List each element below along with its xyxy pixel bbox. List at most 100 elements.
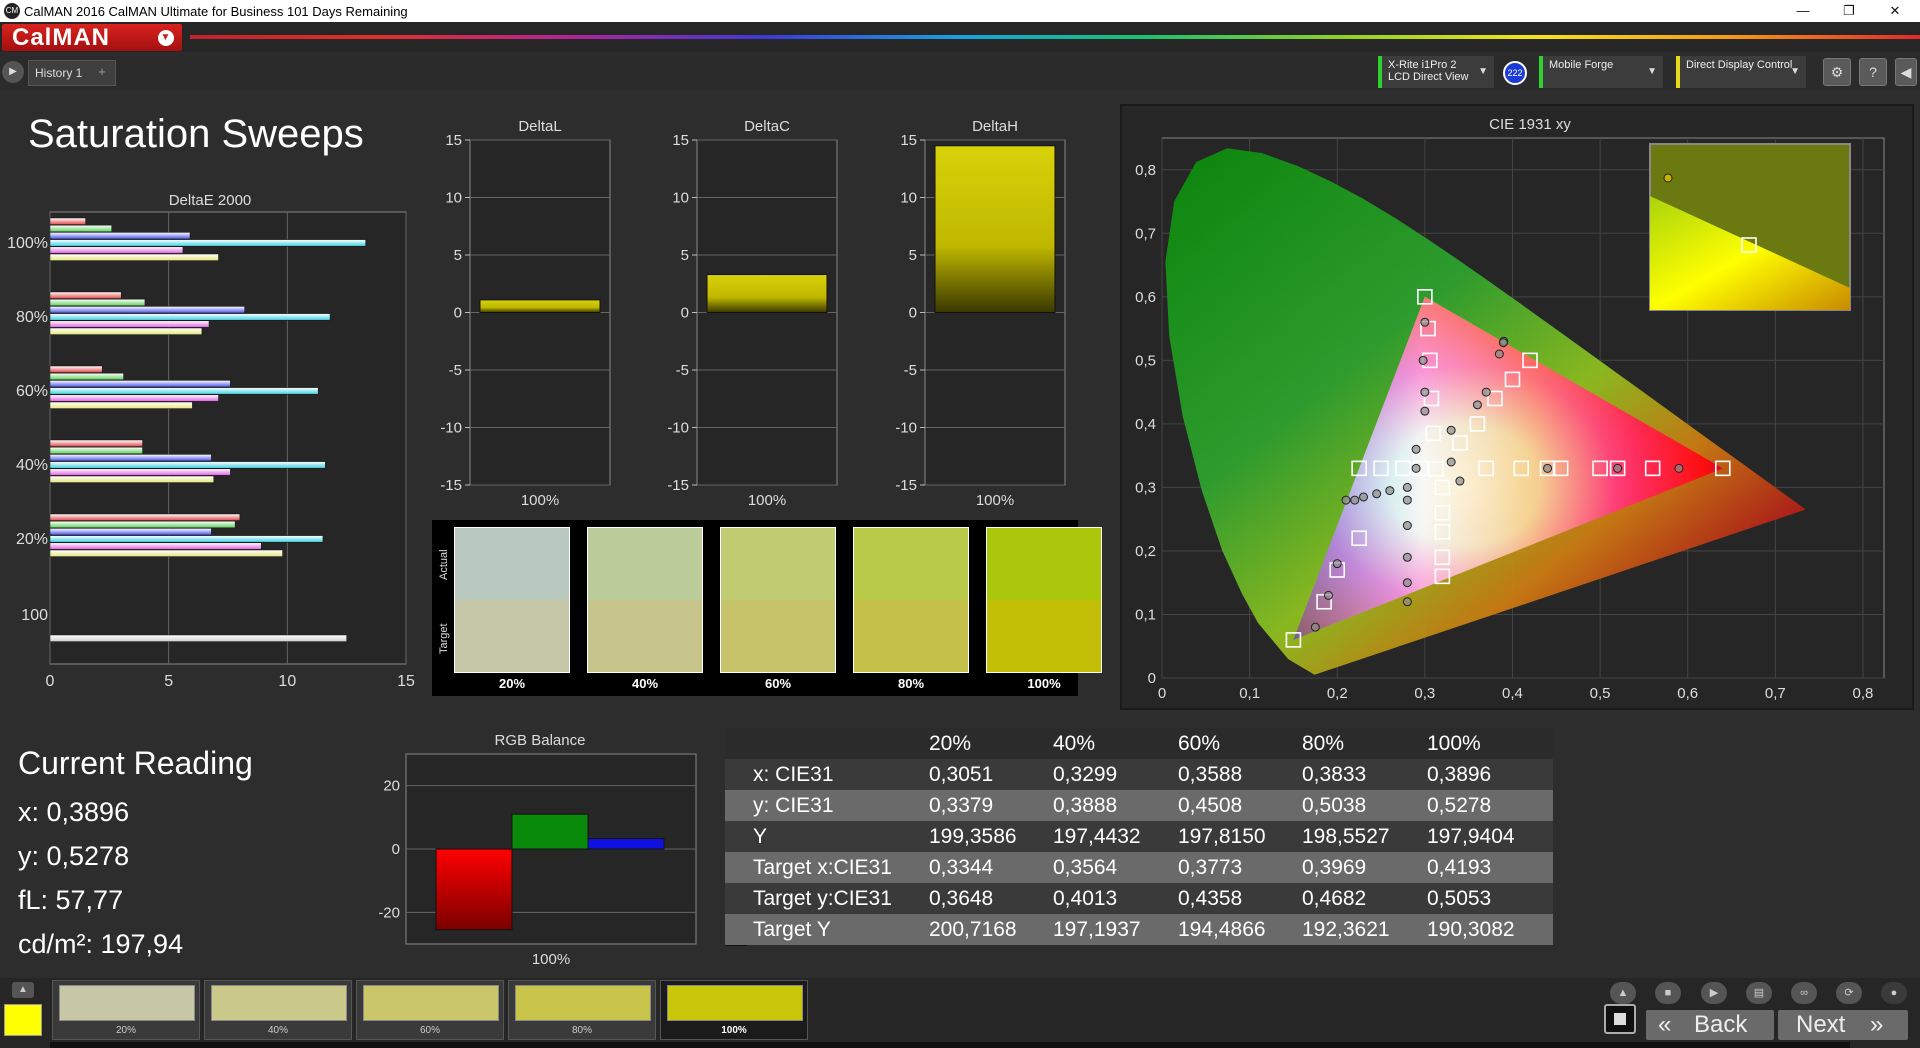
deltae-bar [49,380,231,388]
calman-logo-menu[interactable]: CalMAN ▼ [2,24,182,51]
panel-toggle-icon[interactable]: ◀ [1895,58,1917,86]
help-icon[interactable]: ? [1859,58,1887,86]
deltah-chart: 15 10 5 0 -5 -10 -15 100% [895,132,1066,509]
cie-measured-point [1359,492,1369,502]
cie-xtick-label: 0,1 [1239,685,1260,702]
patch-label: 20% [115,1025,136,1036]
patch-color [59,985,195,1021]
table-column-header: 60% [1178,732,1221,755]
cie-measured-point [1402,521,1412,531]
cie-measured-point [1402,597,1412,607]
color-swatches: Actual Target 20% 40% 60% 80% 100% [432,520,1102,696]
loop-icon[interactable]: ∞ [1791,982,1817,1004]
swatch-target [588,600,702,672]
play-icon[interactable]: ▶ [1701,982,1727,1004]
play-icon[interactable]: ▶ [2,61,24,83]
deltae-category-label: 60% [16,383,48,400]
table-cell: 0,3344 [929,856,994,879]
cie-xtick-label: 0 [1158,685,1166,702]
source-name: Mobile Forge [1549,59,1614,71]
gear-icon[interactable]: ⚙ [1823,58,1851,86]
delta-ytick-label: -5 [449,362,462,379]
next-arrow-icon: » [1870,1011,1884,1038]
cie-measured-point [1420,406,1430,416]
table-cell: 0,3833 [1302,763,1367,786]
display-selector[interactable]: Direct Display Control ▼ [1676,56,1806,88]
meter-badge: 222 [1503,61,1527,85]
swatch-actual [854,528,968,600]
delta-ytick-label: 10 [900,190,917,207]
table-row: Target Y 200,7168 197,1937 194,4866 192,3621… [725,914,1553,945]
deltae-chart: 0 5 10 15 100% 80% 60% 40% 20% 100 [7,211,415,690]
chevron-up-icon[interactable]: ▲ [12,982,34,998]
swatch-label: 100% [1027,676,1061,691]
delta-ytick-label: 0 [681,305,689,322]
cie-ytick-label: 0,1 [1135,606,1156,623]
chevron-up-icon[interactable]: ▲ [1610,982,1636,1004]
deltae-bar [49,542,262,550]
deltae-bar [49,528,212,536]
chevron-down-icon: ▼ [1647,66,1657,77]
table-cell: 0,5038 [1302,794,1367,817]
table-row: Y 199,3586 197,4432 197,8150 198,5527 197,940… [725,821,1553,852]
logo-text: CalMAN [12,24,111,51]
delta-ytick-label: -15 [440,477,462,494]
swatch-actual [721,528,835,600]
reading-x: x: 0,3896 [18,797,130,827]
cie-xtick-label: 0,2 [1327,685,1348,702]
swatch-actual [588,528,702,600]
display-name: Direct Display Control [1686,59,1793,71]
table-cell: 190,3082 [1427,918,1515,941]
stop-icon[interactable]: ■ [1655,982,1681,1004]
table-cell: 0,3051 [929,763,994,786]
patch-100%[interactable]: 100% [660,980,808,1040]
patch-60%[interactable]: 60% [356,980,504,1040]
table-cell: 0,4508 [1178,794,1243,817]
source-selector[interactable]: Mobile Forge ▼ [1539,56,1663,88]
patch-color [363,985,499,1021]
table-cell: 0,3969 [1302,856,1367,879]
maximize-icon[interactable]: ❐ [1826,0,1872,22]
cie-measured-point [1420,317,1430,327]
delta-ytick-label: 10 [672,190,689,207]
delta-category-label: 100% [521,492,559,509]
deltae-xtick-label: 10 [278,673,296,690]
cie-measured-point [1613,463,1623,473]
cie-measured-point [1418,355,1428,365]
cie-measured-point [1411,444,1421,454]
stop-button[interactable] [1604,1004,1636,1034]
back-button[interactable]: « Back [1646,1010,1774,1040]
deltae-bar [49,475,215,483]
refresh-icon[interactable]: ⟳ [1836,982,1862,1004]
meter-name: X-Rite i1Pro 2 [1388,59,1457,71]
deltae-bar [49,513,241,521]
save-icon[interactable]: ▤ [1746,982,1772,1004]
table-row: x: CIE31 0,3051 0,3299 0,3588 0,3833 0,3896 [725,759,1553,790]
cie-xtick-label: 0,3 [1414,685,1435,702]
patch-40%[interactable]: 40% [204,980,352,1040]
minimize-icon[interactable]: — [1780,0,1826,22]
deltae-bar [49,439,143,447]
patch-20%[interactable]: 20% [52,980,200,1040]
next-button[interactable]: Next » [1778,1010,1908,1040]
delta-ytick-label: 0 [909,305,917,322]
table-cell: 0,3588 [1178,763,1243,786]
patch-80%[interactable]: 80% [508,980,656,1040]
deltae-bar [49,461,326,469]
delta-ytick-label: -5 [904,362,917,379]
meter-selector[interactable]: X-Rite i1Pro 2 LCD Direct View ▼ [1378,56,1494,88]
delta-category-label: 100% [976,492,1014,509]
deltae-bar [49,291,122,299]
cie-ytick-label: 0,7 [1135,225,1156,242]
table-row: y: CIE31 0,3379 0,3888 0,4508 0,5038 0,5278 [725,790,1553,821]
swatch-actual [455,528,569,600]
table-cell: 197,1937 [1053,918,1141,941]
table-cell: 192,3621 [1302,918,1390,941]
close-icon[interactable]: ✕ [1872,0,1918,22]
cie-ytick-label: 0,5 [1135,352,1156,369]
rgb-ytick-label: 20 [383,778,400,795]
readings-table: 20% 40% 60% 80% 100% x: CIE31 0,3051 0,3299 0,35… [725,728,1553,946]
record-icon[interactable]: ● [1881,982,1907,1004]
cie-xtick-label: 0,8 [1853,685,1874,702]
add-tab-button[interactable]: + [92,62,112,82]
